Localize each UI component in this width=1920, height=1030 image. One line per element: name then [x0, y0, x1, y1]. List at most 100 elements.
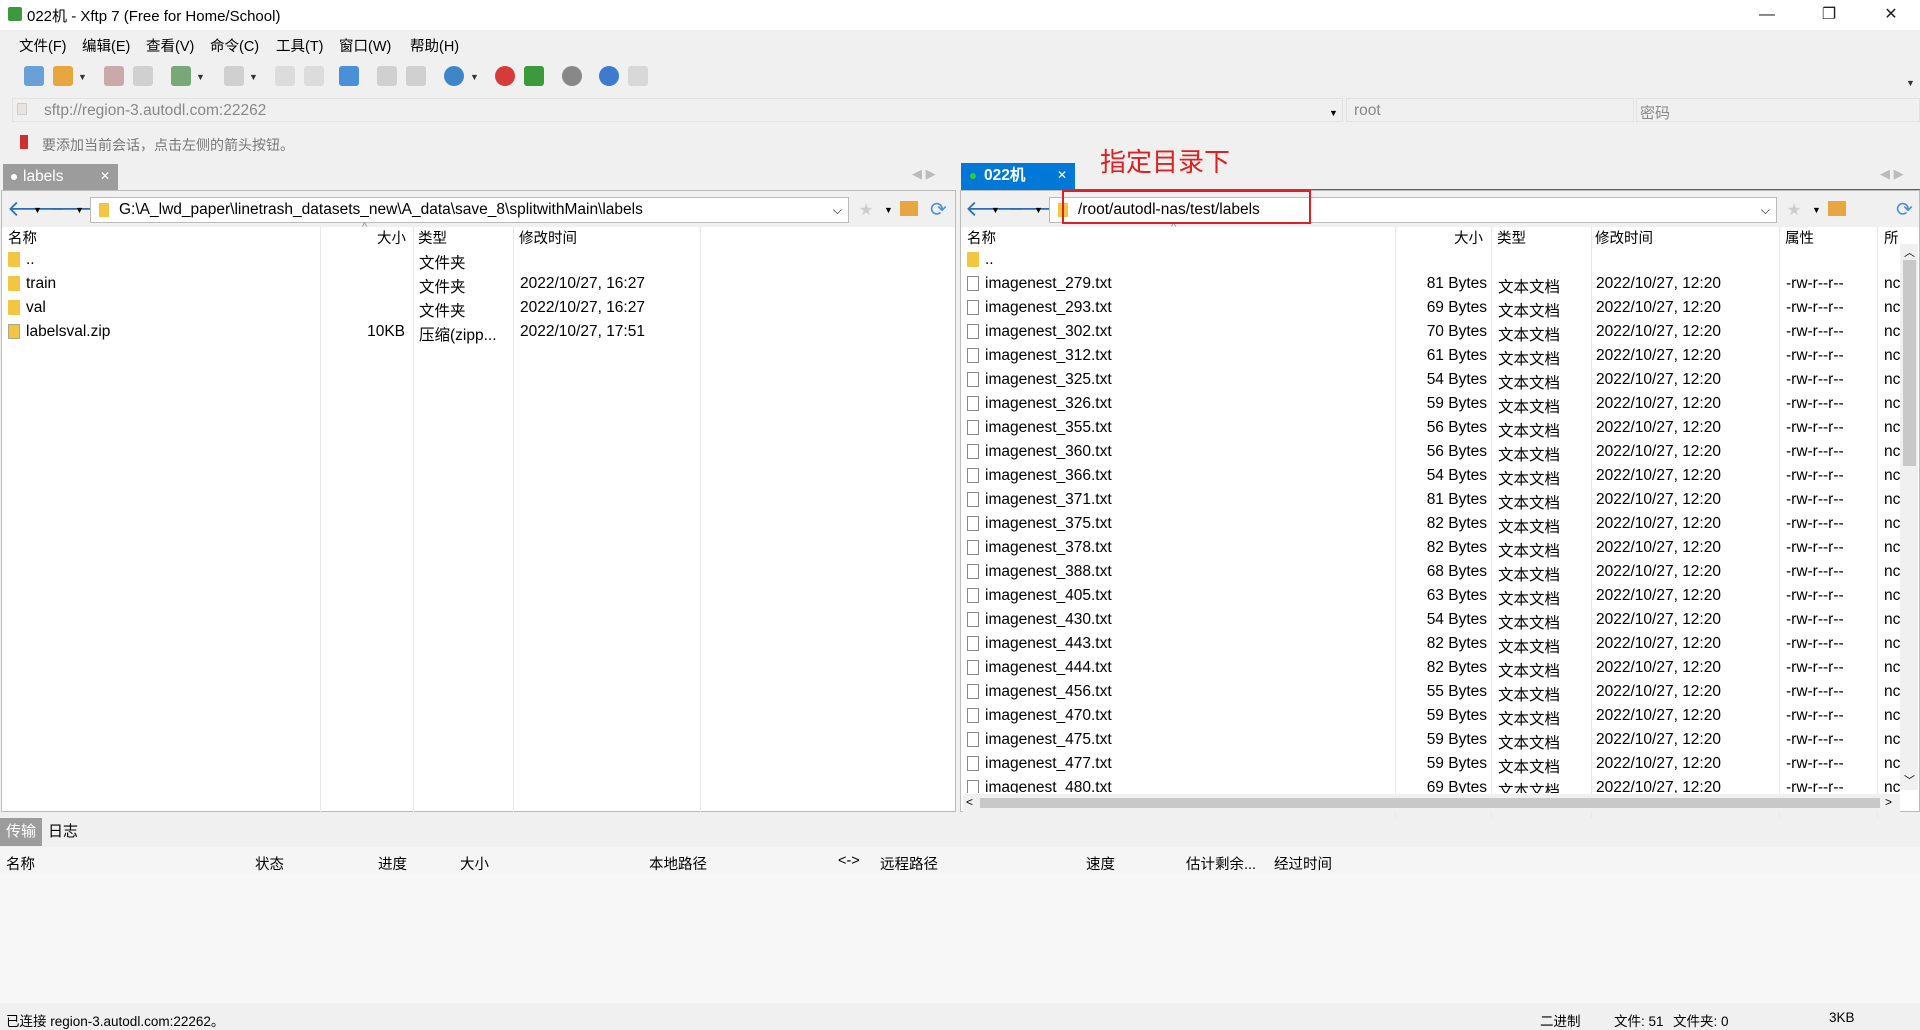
local-path-input[interactable]: G:\A_lwd_paper\linetrash_datasets_new\A_…: [90, 197, 849, 223]
back-dropdown-icon[interactable]: ▼: [991, 205, 1000, 215]
file-row[interactable]: imagenest_312.txt 61 Bytes 文本文档 2022/10/27,…: [961, 345, 1919, 369]
transfer-col-remote-path[interactable]: 远程路径: [880, 853, 938, 874]
close-button[interactable]: ✕: [1868, 0, 1914, 30]
bookmark-dropdown-icon[interactable]: ▼: [884, 205, 893, 215]
folder-row[interactable]: train 文件夹 2022/10/27, 16:27: [2, 273, 955, 297]
queue-icon[interactable]: [406, 66, 426, 86]
transfer-col-eta[interactable]: 估计剩余...: [1186, 853, 1256, 874]
forward-dropdown-icon[interactable]: ▼: [75, 205, 84, 215]
col-header-size[interactable]: 大小: [377, 227, 406, 249]
tab-scroll-right-icon[interactable]: ◀ ▶: [1880, 166, 1904, 182]
col-header-name[interactable]: 名称: [8, 227, 37, 249]
transfer-col-local-path[interactable]: 本地路径: [649, 853, 707, 874]
forward-dropdown-icon[interactable]: ▼: [1034, 205, 1043, 215]
transfer-icon[interactable]: [377, 66, 397, 86]
refresh-icon[interactable]: ⟳: [930, 197, 947, 222]
globe-icon[interactable]: [444, 66, 464, 86]
home-folder-icon[interactable]: [900, 201, 918, 216]
file-row[interactable]: imagenest_326.txt 59 Bytes 文本文档 2022/10/27,…: [961, 393, 1919, 417]
col-header-modified[interactable]: 修改时间: [519, 227, 577, 249]
scroll-left-icon[interactable]: <: [966, 795, 973, 809]
menu-file[interactable]: 文件(F): [19, 35, 67, 56]
file-row[interactable]: imagenest_293.txt 69 Bytes 文本文档 2022/10/27,…: [961, 297, 1919, 321]
col-header-modified[interactable]: 修改时间: [1595, 227, 1653, 249]
chat-icon[interactable]: [628, 66, 648, 86]
file-row[interactable]: imagenest_475.txt 59 Bytes 文本文档 2022/10/27,…: [961, 729, 1919, 753]
file-row[interactable]: imagenest_360.txt 56 Bytes 文本文档 2022/10/27,…: [961, 441, 1919, 465]
globe-dropdown-icon[interactable]: ▼: [470, 72, 479, 82]
transfer-col-progress[interactable]: 进度: [378, 853, 407, 874]
transfer-col-speed[interactable]: 速度: [1086, 853, 1115, 874]
transfer-col-direction[interactable]: <->: [838, 853, 860, 869]
col-header-type[interactable]: 类型: [418, 227, 447, 249]
file-row[interactable]: imagenest_456.txt 55 Bytes 文本文档 2022/10/27,…: [961, 681, 1919, 705]
username-field[interactable]: [1346, 98, 1634, 122]
scroll-right-icon[interactable]: >: [1885, 795, 1892, 809]
close-icon[interactable]: ✕: [100, 164, 110, 189]
new-session-icon[interactable]: [24, 66, 44, 86]
new-tab-icon[interactable]: [171, 66, 191, 86]
open-dropdown-icon[interactable]: ▼: [78, 72, 87, 82]
xftp-icon[interactable]: [524, 66, 544, 86]
folder-row[interactable]: val 文件夹 2022/10/27, 16:27: [2, 297, 955, 321]
folder-row[interactable]: ..: [961, 249, 1919, 273]
maximize-button[interactable]: ❐: [1806, 0, 1852, 30]
close-icon[interactable]: ✕: [1057, 163, 1067, 188]
star-icon[interactable]: ★: [1787, 200, 1801, 220]
file-row[interactable]: imagenest_405.txt 63 Bytes 文本文档 2022/10/27,…: [961, 585, 1919, 609]
gear-icon[interactable]: [562, 66, 582, 86]
sync-icon[interactable]: [339, 66, 359, 86]
tab-remote-session[interactable]: 022机 ✕: [961, 163, 1075, 189]
file-row[interactable]: imagenest_477.txt 59 Bytes 文本文档 2022/10/27,…: [961, 753, 1919, 777]
vertical-scroll-thumb[interactable]: [1903, 260, 1916, 466]
path-dropdown-icon[interactable]: ⌵: [1761, 198, 1770, 222]
file-row[interactable]: imagenest_375.txt 82 Bytes 文本文档 2022/10/27,…: [961, 513, 1919, 537]
menu-edit[interactable]: 编辑(E): [82, 35, 130, 56]
file-row[interactable]: imagenest_355.txt 56 Bytes 文本文档 2022/10/27,…: [961, 417, 1919, 441]
reconnect-icon[interactable]: [133, 66, 153, 86]
file-row[interactable]: imagenest_443.txt 82 Bytes 文本文档 2022/10/27,…: [961, 633, 1919, 657]
layout-icon[interactable]: [224, 66, 244, 86]
toolbar-overflow-icon[interactable]: ▼: [1906, 78, 1915, 88]
tab-dropdown-icon[interactable]: ▼: [196, 72, 205, 82]
disconnect-icon[interactable]: [104, 66, 124, 86]
file-row[interactable]: imagenest_279.txt 81 Bytes 文本文档 2022/10/27,…: [961, 273, 1919, 297]
col-header-attributes[interactable]: 属性: [1785, 227, 1814, 249]
file-row[interactable]: imagenest_480.txt 69 Bytes 文本文档 2022/10/27,…: [961, 777, 1919, 793]
transfer-col-size[interactable]: 大小: [460, 853, 489, 874]
bookmark-icon[interactable]: [20, 135, 28, 149]
xshell-icon[interactable]: [495, 66, 515, 86]
star-icon[interactable]: ★: [859, 200, 873, 220]
col-header-name[interactable]: 名称: [967, 227, 996, 249]
menu-tools[interactable]: 工具(T): [276, 35, 324, 56]
col-header-owner[interactable]: 所: [1884, 227, 1899, 249]
transfer-col-status[interactable]: 状态: [255, 853, 284, 874]
file-row[interactable]: imagenest_325.txt 54 Bytes 文本文档 2022/10/27,…: [961, 369, 1919, 393]
tab-transfer[interactable]: 传输: [0, 818, 43, 846]
bookmark-dropdown-icon[interactable]: ▼: [1812, 205, 1821, 215]
menu-command[interactable]: 命令(C): [210, 35, 259, 56]
refresh-icon[interactable]: ⟳: [1896, 197, 1913, 222]
menu-view[interactable]: 查看(V): [146, 35, 194, 56]
folder-row[interactable]: .. 文件夹: [2, 249, 955, 273]
home-folder-icon[interactable]: [1828, 201, 1846, 216]
tab-scroll-left-icon[interactable]: ◀ ▶: [912, 166, 936, 182]
menu-window[interactable]: 窗口(W): [339, 35, 391, 56]
tab-local-labels[interactable]: labels ✕: [3, 164, 118, 190]
address-dropdown-icon[interactable]: ▼: [1329, 108, 1338, 118]
scroll-down-icon[interactable]: ﹀: [1904, 772, 1915, 788]
path-dropdown-icon[interactable]: ⌵: [833, 198, 842, 222]
scroll-up-icon[interactable]: ︿: [1904, 244, 1915, 260]
file-row[interactable]: labelsval.zip 10KB 压缩(zipp... 2022/10/27, 1…: [2, 321, 955, 345]
col-header-size[interactable]: 大小: [1454, 227, 1483, 249]
file-row[interactable]: imagenest_302.txt 70 Bytes 文本文档 2022/10/27,…: [961, 321, 1919, 345]
file-row[interactable]: imagenest_470.txt 59 Bytes 文本文档 2022/10/27,…: [961, 705, 1919, 729]
col-header-type[interactable]: 类型: [1497, 227, 1526, 249]
file-row[interactable]: imagenest_444.txt 82 Bytes 文本文档 2022/10/27,…: [961, 657, 1919, 681]
transfer-col-elapsed[interactable]: 经过时间: [1274, 853, 1332, 874]
paste-icon[interactable]: [304, 66, 324, 86]
transfer-col-name[interactable]: 名称: [6, 853, 35, 874]
layout-dropdown-icon[interactable]: ▼: [249, 72, 258, 82]
copy-icon[interactable]: [275, 66, 295, 86]
menu-help[interactable]: 帮助(H): [410, 35, 459, 56]
